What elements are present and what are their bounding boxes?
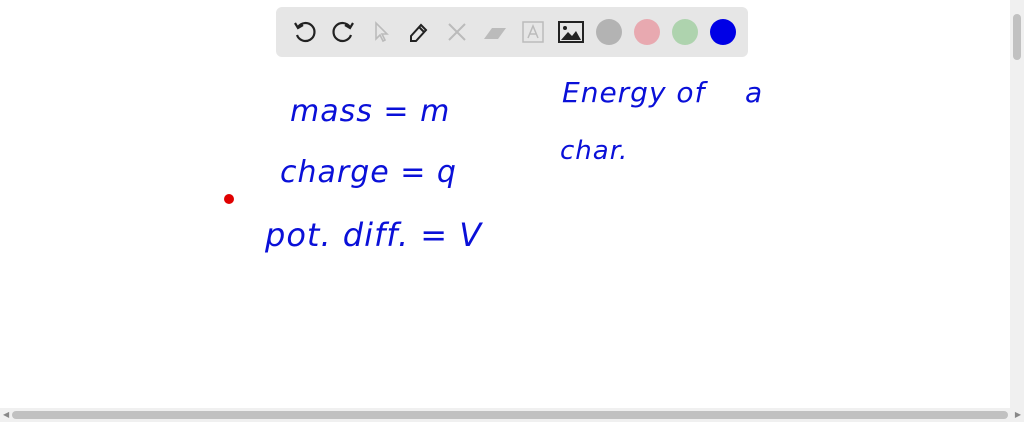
color-green-button[interactable]: [666, 13, 704, 51]
redo-button[interactable]: [324, 13, 362, 51]
note-potential-difference: pot. diff. = V: [265, 216, 483, 254]
text-icon: [522, 21, 544, 43]
laser-pointer: [224, 194, 234, 204]
horizontal-scrollbar[interactable]: ◀ ▶: [0, 408, 1024, 422]
pen-button[interactable]: [400, 13, 438, 51]
color-swatch: [596, 19, 622, 45]
redo-icon: [332, 21, 354, 43]
tools-icon: [448, 23, 466, 41]
color-gray-button[interactable]: [590, 13, 628, 51]
vertical-scroll-thumb[interactable]: [1013, 14, 1021, 60]
undo-button[interactable]: [286, 13, 324, 51]
undo-icon: [294, 21, 316, 43]
tools-button[interactable]: [438, 13, 476, 51]
note-charge: charge = q: [280, 155, 457, 190]
note-mass: mass = m: [290, 94, 451, 129]
select-button[interactable]: [362, 13, 400, 51]
color-swatch: [672, 19, 698, 45]
scroll-right-icon[interactable]: ▶: [1015, 410, 1021, 419]
pen-icon: [410, 23, 428, 42]
scroll-left-icon[interactable]: ◀: [3, 410, 9, 419]
color-swatch: [710, 19, 736, 45]
horizontal-scroll-thumb[interactable]: [12, 411, 1008, 419]
drawing-toolbar: [276, 7, 748, 57]
eraser-icon: [484, 28, 506, 39]
select-icon: [375, 21, 389, 43]
image-button[interactable]: [552, 13, 590, 51]
color-blue-button[interactable]: [704, 13, 742, 51]
eraser-button[interactable]: [476, 13, 514, 51]
text-button[interactable]: [514, 13, 552, 51]
image-icon: [558, 21, 584, 43]
note-charge-abbrev: char.: [560, 136, 629, 166]
color-swatch: [634, 19, 660, 45]
note-energy: Energy of a: [562, 76, 764, 109]
vertical-scrollbar[interactable]: [1010, 0, 1024, 408]
color-pink-button[interactable]: [628, 13, 666, 51]
